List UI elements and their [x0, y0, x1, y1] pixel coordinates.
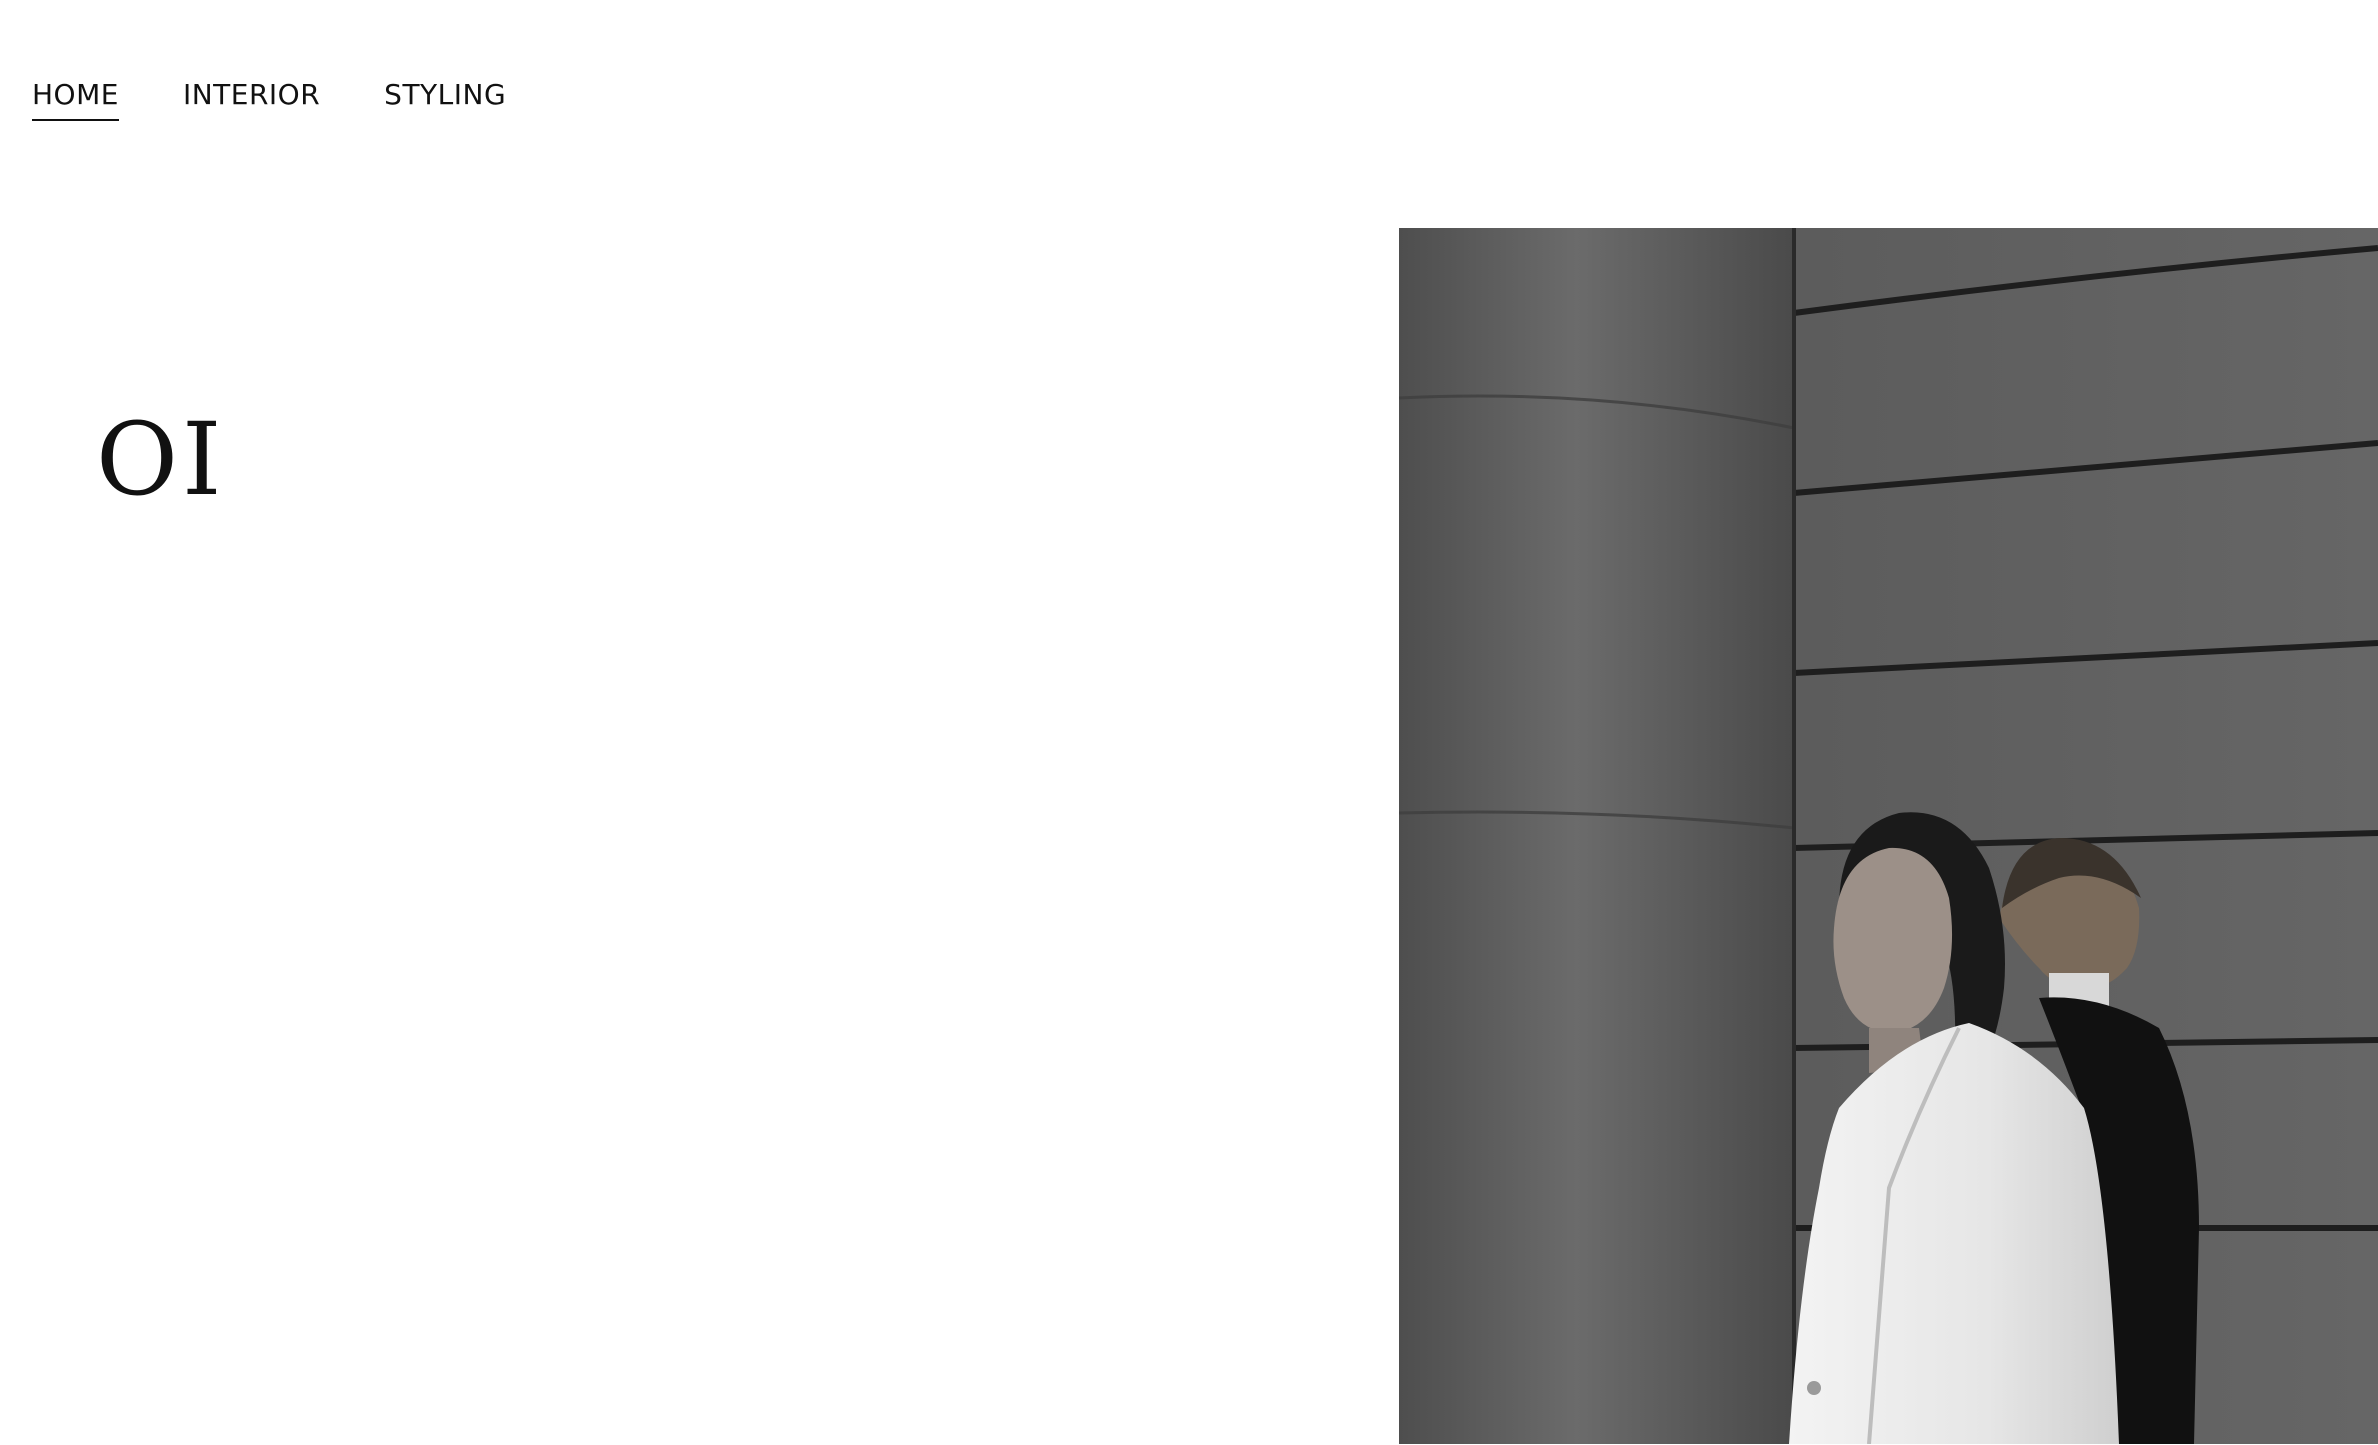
- hero-photo-illustration: [1399, 228, 2378, 1444]
- main-navigation: HOME INTERIOR STYLING: [32, 79, 506, 121]
- nav-link-home[interactable]: HOME: [32, 79, 119, 121]
- hero-photo: [1399, 228, 2378, 1444]
- nav-link-styling[interactable]: STYLING: [384, 79, 506, 119]
- nav-link-interior[interactable]: INTERIOR: [183, 79, 320, 119]
- section-number: OI: [96, 401, 226, 518]
